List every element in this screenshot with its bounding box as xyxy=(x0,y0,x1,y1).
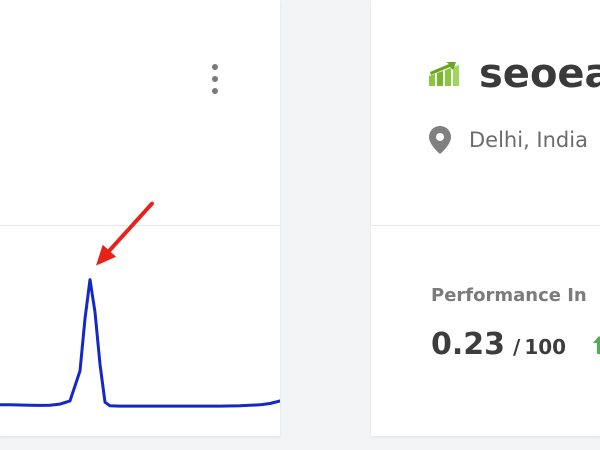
score-max: 100 xyxy=(524,335,567,359)
kebab-menu-icon[interactable] xyxy=(206,64,224,94)
score-separator: / xyxy=(513,335,521,359)
map-pin-icon xyxy=(429,126,451,154)
seo-bars-logo-icon xyxy=(429,62,459,86)
performance-label: Performance In xyxy=(431,285,587,306)
performance-score: 0.23 xyxy=(431,327,506,362)
location-text: Delhi, India xyxy=(469,128,588,152)
brand-header[interactable]: seoea xyxy=(429,52,600,96)
traffic-chart-card xyxy=(0,0,280,436)
menu-dot xyxy=(212,64,218,70)
card-divider xyxy=(371,225,600,226)
site-info-card: seoea Delhi, India Performance In 0.23 /… xyxy=(371,0,600,436)
menu-dot xyxy=(212,88,218,94)
performance-value: 0.23 / 100 xyxy=(431,327,566,362)
annotation-arrow xyxy=(96,201,154,266)
trend-up-arrow-icon xyxy=(593,336,600,354)
brand-name: seoea xyxy=(479,51,600,97)
traffic-line-chart xyxy=(0,200,280,436)
chart-svg xyxy=(0,201,280,408)
series-line xyxy=(0,278,280,408)
menu-dot xyxy=(212,76,218,82)
annotation-arrow-shaft xyxy=(102,201,154,259)
location-row: Delhi, India xyxy=(429,126,588,154)
